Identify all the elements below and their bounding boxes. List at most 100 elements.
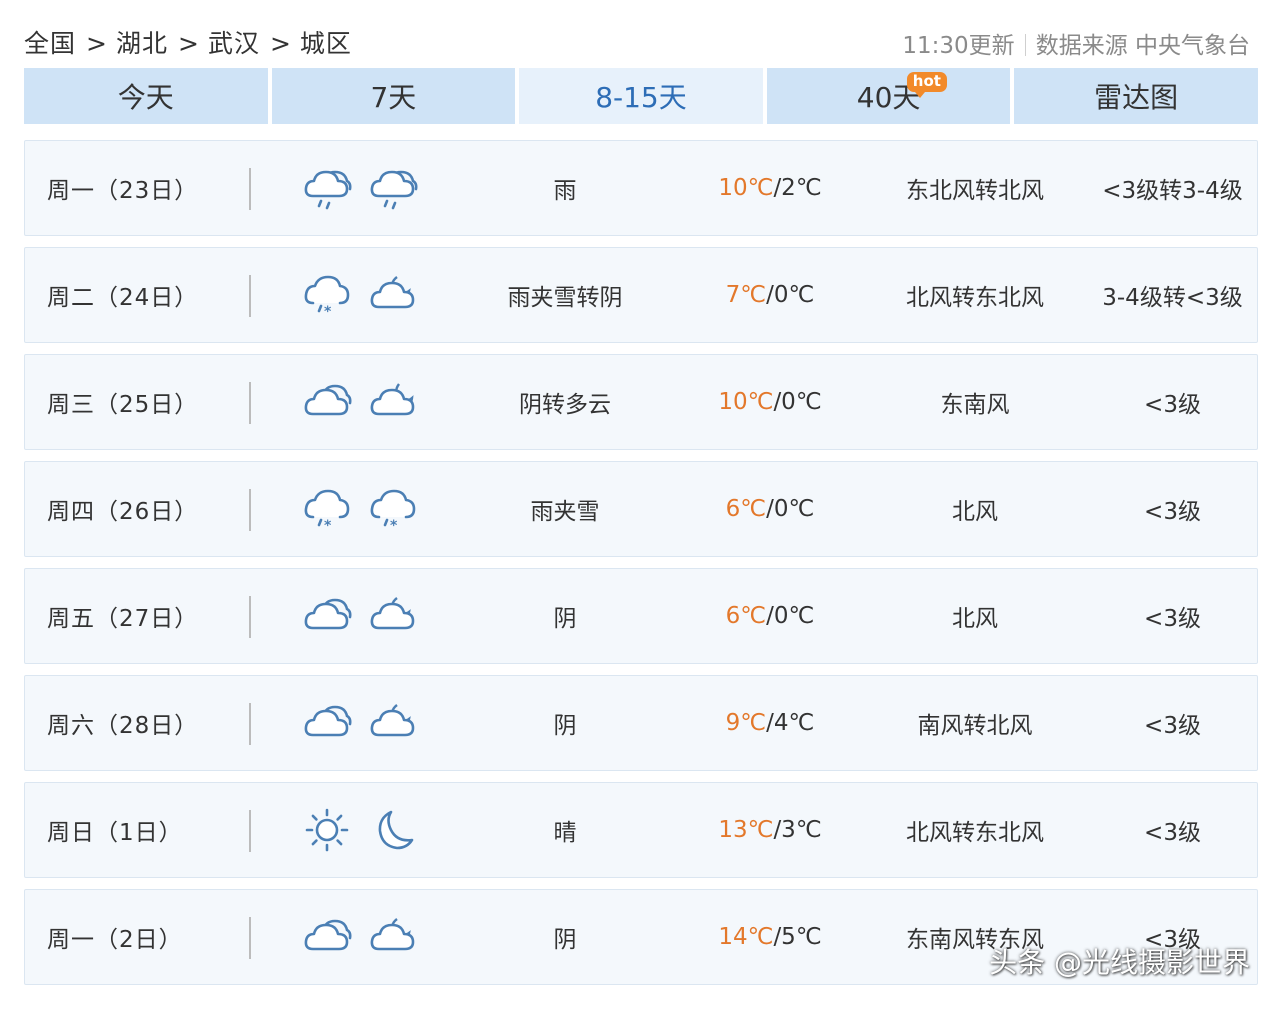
wind-level: <3级 bbox=[1144, 392, 1201, 418]
wind-direction: 北风 bbox=[952, 499, 998, 525]
breadcrumb-province[interactable]: 湖北 bbox=[116, 29, 168, 58]
high-temp: 14℃ bbox=[718, 924, 774, 950]
breadcrumb: 全国 > 湖北 > 武汉 > 城区 bbox=[24, 24, 354, 60]
breadcrumb-separator: > bbox=[177, 29, 200, 58]
forecast-date: 周六（28日） bbox=[47, 713, 199, 739]
forecast-date: 周四（26日） bbox=[47, 499, 199, 525]
weather-icons bbox=[301, 569, 431, 663]
column-divider bbox=[249, 917, 251, 959]
data-source: 数据来源 中央气象台 bbox=[1035, 33, 1250, 59]
column-divider bbox=[249, 810, 251, 852]
temperature: 6℃/0℃ bbox=[685, 462, 855, 556]
tab-today[interactable]: 今天 bbox=[24, 68, 268, 124]
cloud-sleet-icon: * bbox=[370, 489, 416, 534]
weather-description: 雨夹雪 bbox=[530, 499, 600, 525]
high-temp: 9℃ bbox=[725, 710, 767, 736]
weather-icons: * bbox=[301, 248, 431, 342]
sun-icon bbox=[305, 808, 349, 852]
wind-level: <3级转3-4级 bbox=[1102, 178, 1243, 204]
low-temp: /2℃ bbox=[773, 175, 822, 201]
forecast-row: 周日（1日） 晴 13℃/3℃ 北风转东北风 <3级 bbox=[24, 782, 1258, 878]
column-divider bbox=[249, 382, 251, 424]
forecast-row: 周六（28日） 阴 9℃/4℃ 南风转北风 <3级 bbox=[24, 675, 1258, 771]
high-temp: 6℃ bbox=[725, 603, 767, 629]
weather-icons bbox=[301, 141, 431, 235]
tab-7-days[interactable]: 7天 bbox=[271, 68, 516, 124]
breadcrumb-separator: > bbox=[269, 29, 292, 58]
temperature: 10℃/2℃ bbox=[685, 141, 855, 235]
forecast-tabs: 今天 7天 8-15天 40天 hot 雷达图 bbox=[24, 68, 1258, 124]
high-temp: 6℃ bbox=[725, 496, 767, 522]
forecast-row: 周三（25日） 阴转多云 10℃/0℃ 东南风 <3级 bbox=[24, 354, 1258, 450]
temperature: 9℃/4℃ bbox=[685, 676, 855, 770]
weather-icons: * * bbox=[301, 462, 431, 556]
forecast-date: 周日（1日） bbox=[47, 820, 183, 846]
weather-icons bbox=[301, 890, 431, 984]
temperature: 6℃/0℃ bbox=[685, 569, 855, 663]
update-time: 11:30更新 bbox=[902, 33, 1015, 59]
cloud-icon bbox=[304, 598, 352, 630]
wind-level: <3级 bbox=[1144, 713, 1201, 739]
wind-level: 3-4级转<3级 bbox=[1102, 285, 1243, 311]
weather-description: 雨夹雪转阴 bbox=[507, 285, 623, 311]
cloud-sleet-icon: * bbox=[304, 275, 350, 320]
divider bbox=[1024, 34, 1026, 56]
forecast-row: 周一（23日） 雨 10℃/2℃ 东北风转北风 <3级转3-4级 bbox=[24, 140, 1258, 236]
update-info: 11:30更新 数据来源 中央气象台 bbox=[902, 26, 1250, 60]
wind-direction: 南风转北风 bbox=[917, 713, 1033, 739]
forecast-row: 周五（27日） 阴 6℃/0℃ 北风 <3级 bbox=[24, 568, 1258, 664]
top-bar: 全国 > 湖北 > 武汉 > 城区 11:30更新 数据来源 中央气象台 bbox=[24, 18, 1258, 66]
wind-direction: 北风转东北风 bbox=[906, 285, 1044, 311]
low-temp: /3℃ bbox=[773, 817, 822, 843]
wind-direction: 东北风转北风 bbox=[906, 178, 1044, 204]
weather-description: 阴 bbox=[553, 606, 577, 632]
forecast-row: 周二（24日） * 雨夹雪转阴 7℃/0℃ 北风转东北风 3-4级转<3级 bbox=[24, 247, 1258, 343]
watermark: 头条 @光线摄影世界 bbox=[989, 946, 1250, 979]
moon-icon bbox=[378, 810, 414, 850]
high-temp: 7℃ bbox=[725, 282, 767, 308]
column-divider bbox=[249, 703, 251, 745]
tab-8-15-days[interactable]: 8-15天 bbox=[519, 68, 763, 124]
breadcrumb-separator: > bbox=[86, 29, 108, 58]
tab-40-days[interactable]: 40天 hot bbox=[766, 68, 1011, 124]
breadcrumb-district: 城区 bbox=[299, 29, 352, 58]
cloud-icon bbox=[304, 919, 352, 951]
column-divider bbox=[249, 596, 251, 638]
wind-direction: 北风转东北风 bbox=[906, 820, 1044, 846]
svg-text:*: * bbox=[324, 518, 332, 534]
weather-icons bbox=[301, 783, 431, 877]
moon-cloud-icon bbox=[370, 704, 415, 737]
cloud-rain-icon bbox=[304, 170, 352, 210]
weather-description: 阴转多云 bbox=[519, 392, 611, 418]
wind-direction: 北风 bbox=[952, 606, 998, 632]
weather-description: 阴 bbox=[553, 927, 577, 953]
tab-radar[interactable]: 雷达图 bbox=[1014, 68, 1258, 124]
moon-cloud-icon bbox=[370, 597, 415, 630]
column-divider bbox=[249, 275, 251, 317]
forecast-row: 周四（26日） * * 雨夹雪 6℃/0℃ 北风 <3级 bbox=[24, 461, 1258, 557]
forecast-date: 周二（24日） bbox=[47, 285, 199, 311]
temperature: 14℃/5℃ bbox=[685, 890, 855, 984]
low-temp: /4℃ bbox=[766, 710, 815, 736]
high-temp: 13℃ bbox=[718, 817, 774, 843]
forecast-date: 周一（23日） bbox=[47, 178, 199, 204]
high-temp: 10℃ bbox=[718, 175, 774, 201]
cloud-icon bbox=[304, 705, 352, 737]
svg-text:*: * bbox=[324, 304, 332, 320]
column-divider bbox=[249, 168, 251, 210]
breadcrumb-country[interactable]: 全国 bbox=[24, 29, 76, 58]
cloud-rain-icon bbox=[370, 170, 418, 210]
moon-cloud-icon bbox=[370, 276, 415, 309]
hot-badge: hot bbox=[906, 72, 947, 98]
svg-text:*: * bbox=[390, 518, 398, 534]
forecast-date: 周三（25日） bbox=[47, 392, 199, 418]
temperature: 10℃/0℃ bbox=[685, 355, 855, 449]
wind-level: <3级 bbox=[1144, 499, 1201, 525]
cloud-icon bbox=[304, 384, 352, 416]
cloud-sleet-icon: * bbox=[304, 489, 350, 534]
temperature: 13℃/3℃ bbox=[685, 783, 855, 877]
wind-level: <3级 bbox=[1144, 820, 1201, 846]
breadcrumb-city[interactable]: 武汉 bbox=[208, 29, 260, 58]
weather-description: 晴 bbox=[553, 820, 577, 846]
wind-level: <3级 bbox=[1144, 606, 1201, 632]
